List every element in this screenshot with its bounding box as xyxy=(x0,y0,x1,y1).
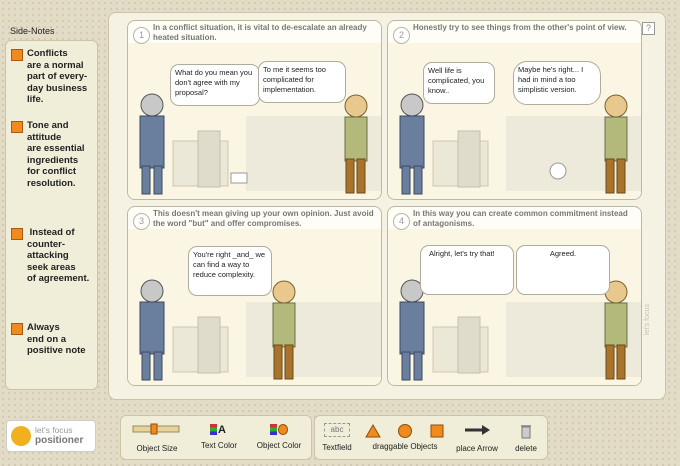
comic-panel-4: 4 In this way you can create common comm… xyxy=(387,206,642,386)
text-color-label: Text Color xyxy=(200,441,237,450)
panel-caption: In this way you can create common commit… xyxy=(413,209,628,228)
side-notes-panel: Conflicts are a normal part of every- da… xyxy=(5,40,98,390)
delete-label: delete xyxy=(515,444,537,453)
textfield-label: Textfield xyxy=(322,443,352,452)
watermark-text: let's focus xyxy=(644,304,651,335)
logo-line-1: let's focus xyxy=(35,425,73,435)
note-checkbox-icon[interactable] xyxy=(11,228,23,240)
place-arrow-tool[interactable]: place Arrow xyxy=(453,423,501,453)
speech-bubble[interactable]: Agreed. xyxy=(516,245,610,295)
draggable-objects-tool[interactable]: draggable Objects xyxy=(355,423,455,451)
place-arrow-label: place Arrow xyxy=(456,444,498,453)
comic-panel-3: 3 This doesn't mean giving up your own o… xyxy=(127,206,382,386)
side-note-text: Always end on a positive note xyxy=(27,322,86,356)
side-notes-title: Side-Notes xyxy=(10,26,55,36)
side-note-1[interactable]: Conflicts are a normal part of every- da… xyxy=(11,48,87,106)
textfield-tool[interactable]: abc Textfield xyxy=(319,423,355,452)
speech-bubble[interactable]: To me it seems too complicated for imple… xyxy=(258,61,346,103)
scene-illustration xyxy=(128,229,381,385)
object-size-label: Object Size xyxy=(136,444,178,453)
side-note-2[interactable]: Tone and attitude are essential ingredie… xyxy=(11,120,85,189)
side-note-3[interactable]: Instead of counter- attacking seek areas… xyxy=(11,227,89,285)
comic-panel-2: 2 Honestly try to see things from the ot… xyxy=(387,20,642,200)
object-size-tool[interactable]: Object Size xyxy=(131,423,183,453)
comic-panel-1: 1 In a conflict situation, it is vital t… xyxy=(127,20,382,200)
square-icon xyxy=(430,424,444,437)
panel-caption: This doesn't mean giving up your own opi… xyxy=(153,209,374,228)
speech-bubble[interactable]: Well life is complicated, you know.. xyxy=(423,62,495,104)
note-checkbox-icon[interactable] xyxy=(11,323,23,335)
panel-number: 4 xyxy=(393,213,410,230)
format-toolbar: Object Size A Text Color Object Color xyxy=(120,415,312,460)
panel-number: 3 xyxy=(133,213,150,230)
note-checkbox-icon[interactable] xyxy=(11,121,23,133)
objects-toolbar: abc Textfield draggable Objects place Ar… xyxy=(314,415,548,460)
delete-tool[interactable]: delete xyxy=(509,423,543,453)
trash-icon xyxy=(521,425,531,439)
logo-line-2: positioner xyxy=(35,435,84,446)
object-color-tool[interactable]: Object Color xyxy=(251,423,307,450)
text-color-icon: A xyxy=(210,423,228,436)
slider-icon xyxy=(132,423,180,435)
textfield-icon: abc xyxy=(324,423,350,437)
panel-number: 2 xyxy=(393,27,410,44)
arrow-right-icon xyxy=(465,425,490,435)
draggable-label: draggable Objects xyxy=(372,442,438,451)
scene-illustration xyxy=(128,43,381,199)
speech-bubble[interactable]: You're right _and_ we can find a way to … xyxy=(188,246,272,296)
side-note-text: Conflicts are a normal part of every- da… xyxy=(27,48,88,105)
speech-bubble[interactable]: Alright, let's try that! xyxy=(420,245,514,295)
object-color-icon xyxy=(270,423,288,436)
panel-number: 1 xyxy=(133,27,150,44)
side-note-text: Tone and attitude are essential ingredie… xyxy=(27,120,85,189)
side-note-4[interactable]: Always end on a positive note xyxy=(11,322,86,357)
speech-bubble[interactable]: What do you mean you don't agree with my… xyxy=(170,64,260,106)
side-note-text: Instead of counter- attacking seek areas… xyxy=(27,227,90,284)
logo-icon xyxy=(11,426,31,446)
circle-icon xyxy=(398,423,412,438)
panel-caption: Honestly try to see things from the othe… xyxy=(413,23,627,32)
panel-caption: In a conflict situation, it is vital to … xyxy=(153,23,367,42)
help-button[interactable]: ? xyxy=(642,22,655,35)
object-color-label: Object Color xyxy=(256,441,302,450)
text-color-tool[interactable]: A Text Color xyxy=(195,423,243,451)
scene-illustration xyxy=(388,43,641,199)
triangle-icon xyxy=(365,423,381,437)
scene-illustration xyxy=(388,229,641,385)
app-logo: let's focus positioner xyxy=(6,420,96,452)
speech-bubble[interactable]: Maybe he's right... I had in mind a too … xyxy=(513,61,601,105)
note-checkbox-icon[interactable] xyxy=(11,49,23,61)
